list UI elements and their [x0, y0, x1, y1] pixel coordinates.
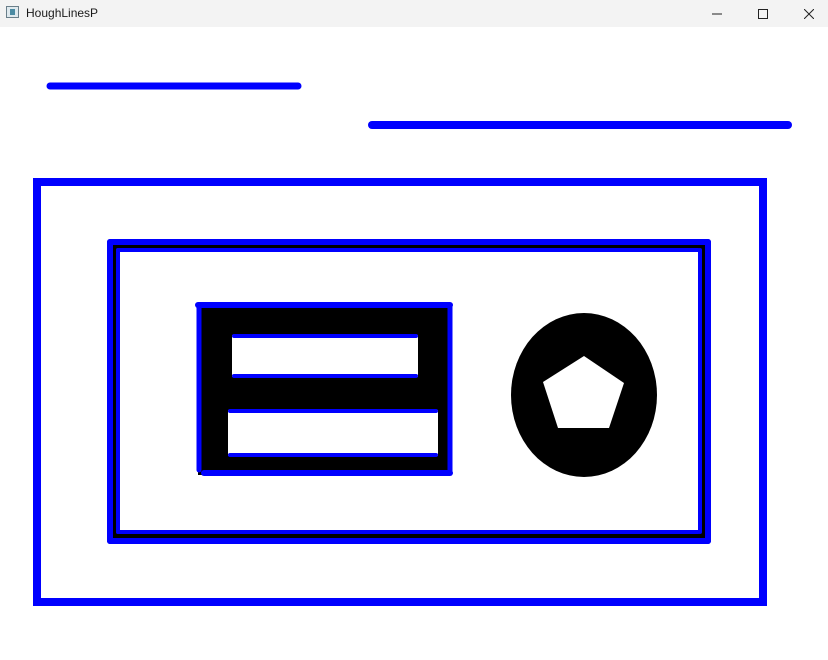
image-canvas	[0, 27, 828, 655]
app-icon	[6, 6, 19, 18]
close-button[interactable]	[786, 0, 828, 27]
top-slot	[232, 335, 418, 377]
maximize-icon	[758, 8, 768, 19]
close-icon	[804, 8, 814, 19]
window-title: HoughLinesP	[26, 6, 99, 20]
hough-lines-image	[33, 82, 792, 606]
bottom-slot	[228, 410, 438, 456]
minimize-icon	[712, 13, 722, 14]
maximize-button[interactable]	[740, 0, 786, 27]
title-bar[interactable]: HoughLinesP	[0, 0, 828, 27]
minimize-button[interactable]	[694, 0, 740, 27]
